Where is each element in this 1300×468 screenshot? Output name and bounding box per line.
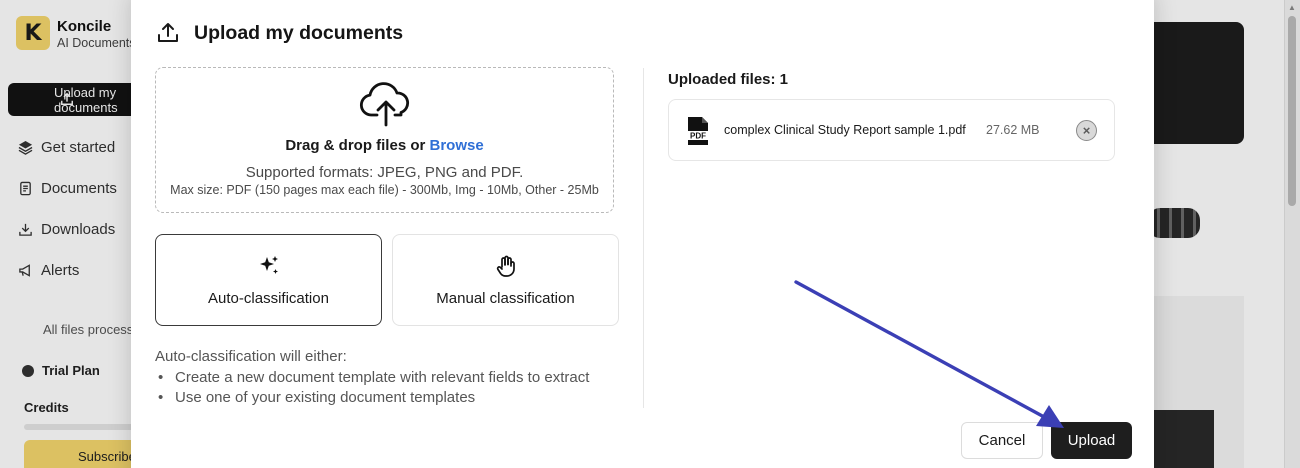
description-list: Create a new document template with rele… [155, 368, 589, 409]
column-divider [643, 68, 644, 408]
sparkles-icon [259, 256, 278, 274]
pdf-file-icon: PDF [685, 117, 711, 145]
description-intro: Auto-classification will either: [155, 348, 347, 365]
uploaded-file-row: PDF complex Clinical Study Report sample… [668, 99, 1115, 161]
file-size: 27.62 MB [986, 123, 1040, 137]
upload-icon [158, 23, 178, 42]
uploaded-files-count: Uploaded files: 1 [668, 71, 789, 88]
manual-classification-option[interactable]: Manual classification [392, 234, 619, 326]
dropzone-instructions: Drag & drop files or Browse [156, 137, 613, 154]
file-dropzone[interactable]: Drag & drop files or Browse Supported fo… [155, 67, 614, 213]
browse-link[interactable]: Browse [430, 137, 484, 154]
list-item: Use one of your existing document templa… [155, 388, 589, 409]
auto-classification-option[interactable]: Auto-classification [155, 234, 382, 326]
upload-button[interactable]: Upload [1051, 422, 1132, 459]
max-size-note: Max size: PDF (150 pages max each file) … [170, 183, 599, 197]
hand-pointer-icon [496, 255, 515, 277]
manual-classification-label: Manual classification [436, 290, 575, 307]
cloud-upload-icon [359, 82, 410, 127]
pdf-badge-text: PDF [690, 132, 706, 141]
modal-header: Upload my documents [156, 21, 403, 45]
modal-title: Upload my documents [194, 21, 404, 44]
drag-drop-text: Drag & drop files or [285, 137, 430, 154]
auto-classification-label: Auto-classification [208, 290, 329, 307]
file-name: complex Clinical Study Report sample 1.p… [724, 123, 966, 137]
cancel-button[interactable]: Cancel [961, 422, 1043, 459]
upload-modal: Upload my documents Drag & drop files or… [131, 0, 1154, 468]
supported-formats: Supported formats: JPEG, PNG and PDF. [245, 164, 524, 181]
auto-classification-description: Auto-classification will either: Create … [155, 347, 589, 409]
remove-file-icon[interactable]: × [1076, 120, 1097, 141]
list-item: Create a new document template with rele… [155, 368, 589, 389]
